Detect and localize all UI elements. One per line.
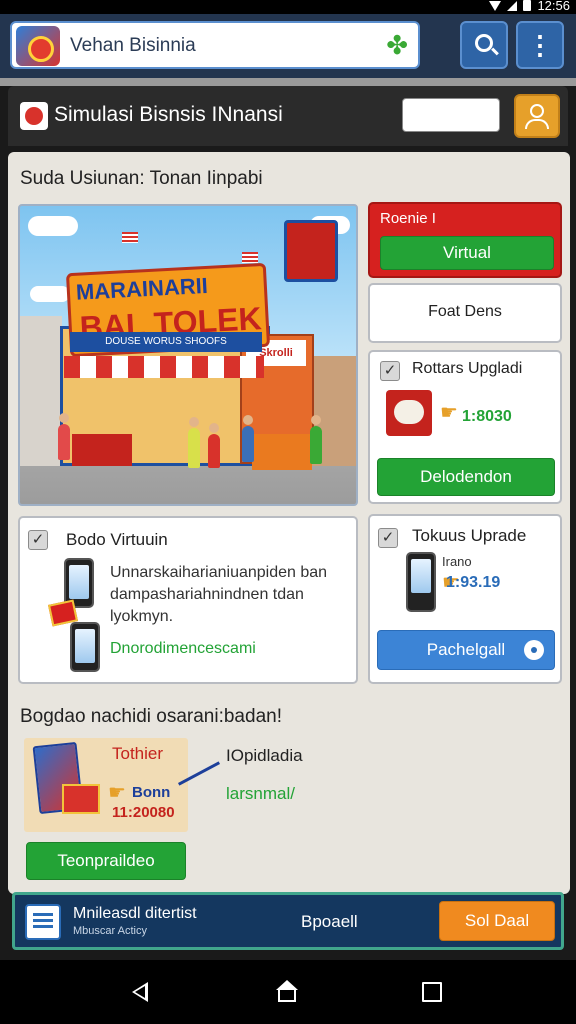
upgrade-price: 1:8030 [462,408,512,425]
package-detail-1: IOpidladia [226,746,303,765]
token-price: 1:93.19 [446,574,501,591]
billboard [284,220,338,282]
token-card: ✓ Tokuus Uprade Irano ☛ 1:93.19 Pachelga… [368,514,562,684]
business-title: Bodo Virtuuin [66,530,168,549]
more-vert-icon: ⋮ [527,30,553,60]
promo-card: Roenie I Virtual [368,202,562,278]
upgrade-card: ✓ Rottars Upgladi ☛ 1:8030 Delodendon [368,350,562,504]
brand-logo-icon [20,102,48,130]
section2-title: Bogdao nachidi osarani:badan! [20,706,282,727]
title-search-input[interactable] [402,98,500,132]
top-bar: Vehan Bisinnia ✤ ⋮ [0,14,576,78]
package-label: Tothier [112,744,164,763]
bottom-promo-bar: Mnileasdl ditertist Mbuscar Acticy Bpoae… [12,892,564,950]
status-bar: 12:56 [0,0,576,14]
flag-icon [242,252,258,263]
url-field[interactable]: Vehan Bisinnia ✤ [10,21,420,69]
phone-icon [70,622,100,672]
home-icon[interactable] [276,980,298,1002]
url-text: Vehan Bisinnia [70,35,196,56]
float-label: Foat Dens [428,303,502,320]
token-small-label: Irano [442,554,472,569]
wifi-icon [489,0,502,11]
page-title: Simulasi Bisnsis INnansi [54,103,283,126]
store-sign: DOUSE WORUS SHOOFS [70,332,262,352]
hand-pointer-icon: ☛ [440,402,458,424]
app-title-bar: Simulasi Bisnsis INnansi [8,86,568,146]
battery-icon [523,0,532,11]
token-title: Tokuus Uprade [412,526,527,545]
business-card: ✓ Bodo Virtuuin Unnarskaiharianiuanpiden… [18,516,358,684]
divider [0,78,576,86]
upgrade-download-button[interactable]: Delodendon [377,458,555,496]
upgrade-title: Rottars Upgladi [412,360,523,377]
phone-icon [406,552,436,612]
food-thumbnail [386,390,432,436]
person-figure [242,415,254,462]
search-icon [475,34,493,52]
bottom-middle-link[interactable]: Bpoaell [301,912,358,932]
clover-icon[interactable]: ✤ [386,31,408,59]
search-button[interactable] [460,21,508,69]
profile-button[interactable] [514,94,560,138]
bottom-title: Mnileasdl ditertist [73,905,197,922]
person-figure [58,413,70,460]
section-title: Suda Usiunan: Tonan Iinpabi [20,168,263,189]
business-link[interactable]: Dnorodimencescami [110,640,256,658]
user-icon [530,104,544,118]
token-pachelgall-button[interactable]: Pachelgall [377,630,555,670]
recents-icon[interactable] [422,982,442,1002]
main-content: Suda Usiunan: Tonan Iinpabi Skrolli MARA… [8,152,570,894]
business-description: Unnarskaiharianiuanpiden ban dampasharia… [110,564,328,625]
hero-title-line1: MARAINARII [75,272,209,305]
signal-icon [507,0,518,11]
hero-illustration[interactable]: Skrolli MARAINARII BAL TOLEK DOUSE WORUS… [18,204,358,506]
play-icon [524,640,544,660]
upgrade-checkbox[interactable]: ✓ [380,361,400,381]
app-logo-icon [16,26,60,66]
package-button[interactable]: Teonpraildeo [26,842,186,880]
system-nav-bar [0,960,576,1024]
calculator-icon [25,904,61,940]
promo-label: Roenie I [380,210,436,227]
sol-daal-button[interactable]: Sol Daal [439,901,555,941]
token-button-label: Pachelgall [426,640,506,659]
package-bonus: Bonn [132,784,171,801]
status-time: 12:56 [537,0,570,13]
person-figure [188,417,200,468]
package-detail-2: larsnmal/ [226,784,295,803]
float-card[interactable]: Foat Dens [368,283,562,343]
person-figure [208,423,220,468]
person-figure [310,415,322,464]
package-price: 11:20080 [112,804,175,821]
hand-pointer-icon: ☛ [108,782,126,804]
virtual-button[interactable]: Virtual [380,236,554,270]
bottom-subtitle: Mbuscar Acticy [73,925,147,937]
awning [64,356,264,378]
flag-icon [122,232,138,243]
gift-box-icon [62,784,100,814]
business-checkbox[interactable]: ✓ [28,530,48,550]
back-icon[interactable] [132,982,148,1002]
menu-button[interactable]: ⋮ [516,21,564,69]
token-checkbox[interactable]: ✓ [378,528,398,548]
